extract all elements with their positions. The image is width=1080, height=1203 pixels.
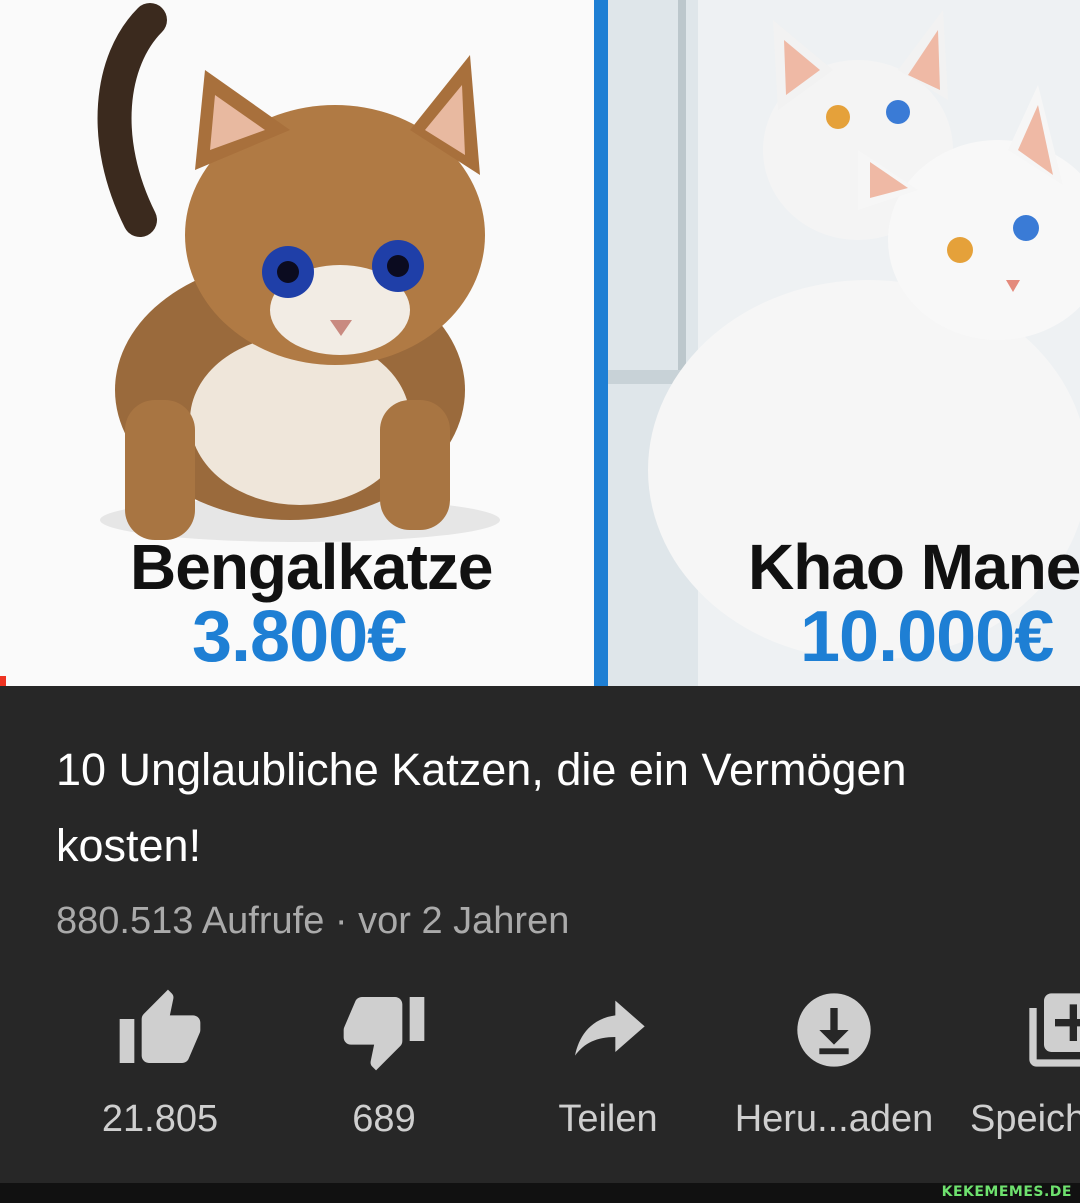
- save-button[interactable]: Speich: [946, 986, 1080, 1141]
- like-button[interactable]: 21.805: [50, 986, 270, 1141]
- thumbnail-divider: [594, 0, 608, 686]
- thumbnail-right-panel: Khao Mane 10.000€: [608, 0, 1080, 686]
- progress-marker: [0, 676, 6, 686]
- right-price-label: 10.000€: [800, 597, 1054, 677]
- save-playlist-icon: [1029, 993, 1080, 1067]
- save-label: Speich: [970, 1098, 1080, 1140]
- share-icon: [575, 1000, 645, 1056]
- download-button[interactable]: Heru...aden: [724, 986, 944, 1141]
- download-icon: [797, 993, 871, 1067]
- watermark: KEKEMEMES.DE: [941, 1184, 1072, 1200]
- like-count: 21.805: [101, 1098, 219, 1140]
- thumbnail-left-panel: Bengalkatze 3.800€: [0, 0, 594, 686]
- thumbs-down-icon: [343, 997, 425, 1071]
- video-title[interactable]: 10 Unglaubliche Katzen, die ein Vermögen…: [56, 732, 956, 884]
- footer-bar: [0, 1183, 1080, 1203]
- video-info-panel: 10 Unglaubliche Katzen, die ein Vermögen…: [0, 686, 1080, 1203]
- share-button[interactable]: Teilen: [498, 986, 718, 1141]
- left-breed-label: Bengalkatze: [130, 531, 493, 603]
- left-price-label: 3.800€: [192, 597, 407, 677]
- video-meta: 880.513 Aufrufe · vor 2 Jahren: [56, 900, 570, 942]
- dislike-button[interactable]: 689: [274, 986, 494, 1141]
- download-label: Heru...aden: [734, 1098, 934, 1140]
- right-breed-label: Khao Mane: [748, 531, 1080, 603]
- share-label: Teilen: [558, 1098, 658, 1140]
- video-thumbnail[interactable]: Bengalkatze 3.800€ Khao Mane 10.000€: [0, 0, 1080, 686]
- thumbs-up-icon: [119, 989, 201, 1063]
- dislike-count: 689: [352, 1098, 416, 1140]
